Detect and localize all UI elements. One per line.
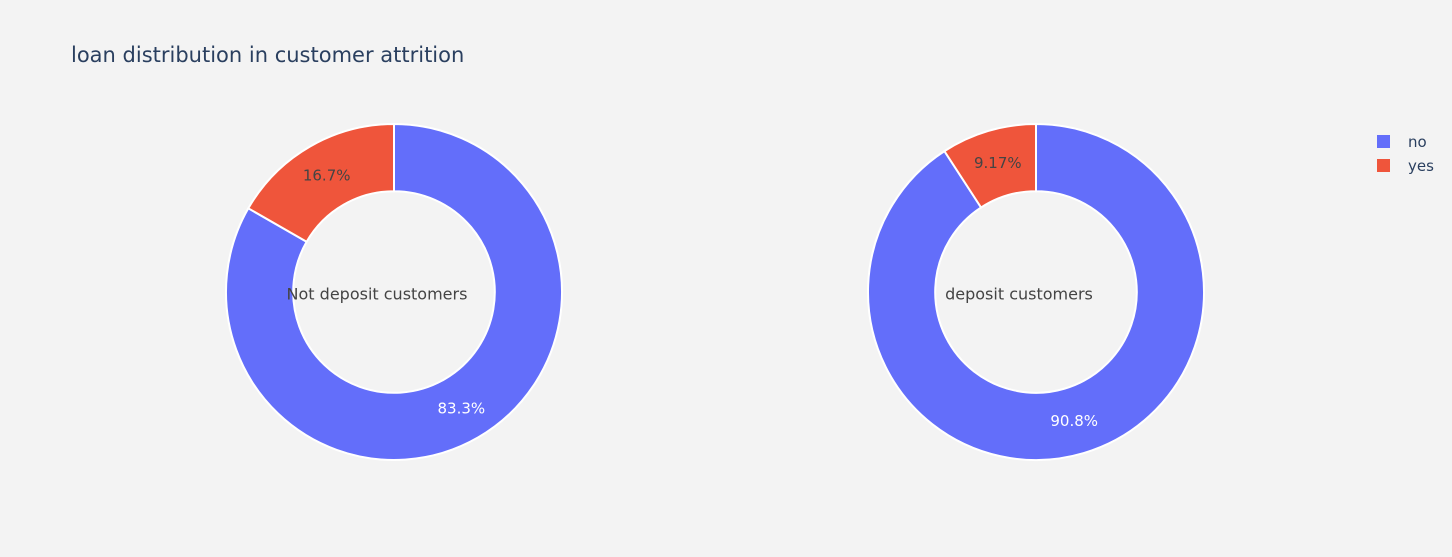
slice-percent-label: 9.17% [974, 154, 1022, 172]
chart-title: loan distribution in customer attrition [71, 43, 464, 67]
legend-swatch [1377, 135, 1390, 148]
chart: loan distribution in customer attrition … [71, 43, 1434, 461]
legend-item-yes[interactable]: yes [1377, 157, 1434, 175]
legend[interactable]: no yes [1377, 133, 1434, 175]
slice-percent-label: 83.3% [437, 399, 485, 417]
slice-percent-label: 90.8% [1050, 412, 1098, 430]
pies-layer: 83.3% 16.7% Not deposit customers 90.8% 9.17… [225, 122, 1205, 461]
slice-percent-label: 16.7% [303, 167, 351, 185]
legend-label: no [1408, 133, 1427, 151]
legend-item-no[interactable]: no [1377, 133, 1427, 151]
legend-swatch [1377, 159, 1390, 172]
pie-chart-2: 90.8% 9.17% deposit customers [867, 122, 1205, 461]
legend-label: yes [1408, 157, 1434, 175]
pie-chart-1: 83.3% 16.7% Not deposit customers [225, 122, 563, 461]
pie-center-label: Not deposit customers [287, 285, 468, 304]
pie-center-label: deposit customers [945, 285, 1093, 304]
